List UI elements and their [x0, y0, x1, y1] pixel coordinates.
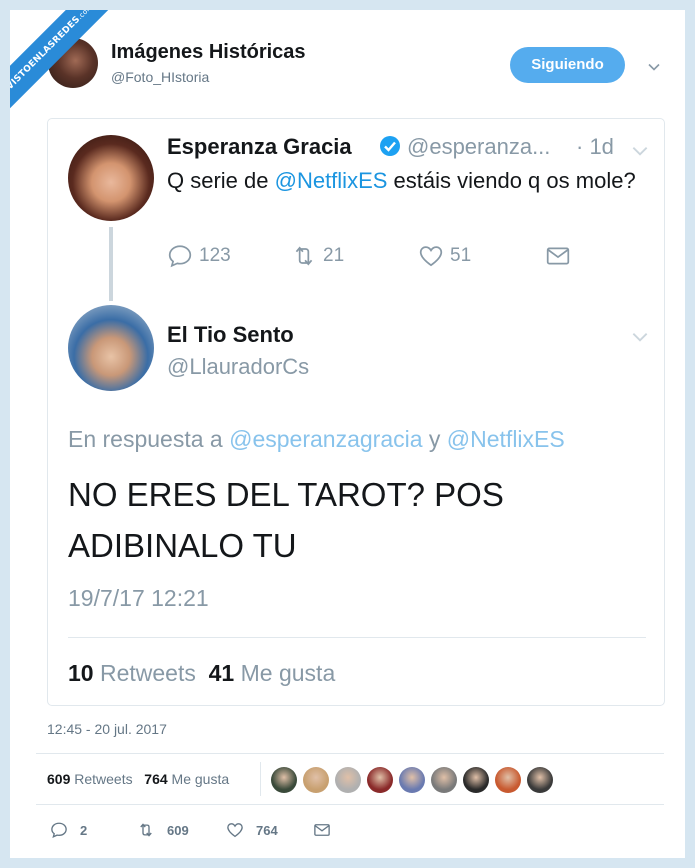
likes-count[interactable]: 764: [144, 771, 167, 787]
liker-avatar[interactable]: [431, 767, 457, 793]
reply-author-handle[interactable]: @LlauradorCs: [167, 354, 309, 380]
liker-avatar[interactable]: [271, 767, 297, 793]
like-count: 51: [450, 245, 472, 266]
reply-to-and: y: [422, 426, 447, 452]
netflix-mention-link[interactable]: @NetflixES: [275, 168, 388, 193]
netflixes-mention-link[interactable]: @NetflixES: [447, 426, 565, 452]
heart-icon: [227, 823, 243, 838]
like-action[interactable]: 764: [226, 821, 278, 839]
reply-icon: [51, 822, 67, 838]
thread-connector-line: [109, 227, 113, 301]
retweet-count: 609: [167, 822, 189, 838]
reply-action[interactable]: 2: [50, 821, 87, 839]
liker-avatar[interactable]: [463, 767, 489, 793]
liker-avatar[interactable]: [399, 767, 425, 793]
reply-count: 2: [80, 822, 88, 838]
divider: [260, 762, 261, 796]
liker-avatar[interactable]: [367, 767, 393, 793]
reply-retweets-count[interactable]: 10: [68, 660, 94, 686]
retweet-action[interactable]: 21: [291, 243, 344, 269]
quoted-text-suffix: estáis viendo q os mole?: [387, 168, 636, 193]
watermark-ribbon: VISTOENLASREDES.com: [10, 10, 120, 120]
quoted-tweet-time[interactable]: · 1d: [576, 134, 614, 160]
retweet-action[interactable]: 609: [137, 821, 189, 839]
reply-to-prefix: En respuesta a: [68, 426, 230, 452]
reply-likes-count[interactable]: 41: [209, 660, 235, 686]
envelope-icon: [314, 824, 330, 836]
retweets-label[interactable]: Retweets: [74, 771, 132, 787]
liker-avatar[interactable]: [335, 767, 361, 793]
direct-message-action[interactable]: [545, 243, 577, 269]
tweet-stats: 609 Retweets 764 Me gusta: [47, 771, 229, 787]
liker-avatar[interactable]: [303, 767, 329, 793]
reply-author-name[interactable]: El Tio Sento: [167, 322, 294, 348]
tweet-menu-chevron-icon[interactable]: [648, 60, 660, 72]
divider: [68, 637, 646, 638]
quoted-tweet-text: Q serie de @NetflixES estáis viendo q os…: [167, 165, 647, 196]
verified-badge-icon: [379, 135, 401, 157]
envelope-icon: [546, 247, 570, 265]
retweet-icon: [140, 823, 152, 837]
esperanzagracia-mention-link[interactable]: @esperanzagracia: [229, 426, 422, 452]
reply-likes-label[interactable]: Me gusta: [241, 660, 336, 686]
embedded-tweet-thread[interactable]: Esperanza Gracia @esperanza... · 1d Q se…: [47, 118, 665, 706]
reply-count: 123: [199, 245, 231, 266]
watermark-text: VISTOENLASREDES: [10, 14, 83, 93]
liker-avatar[interactable]: [527, 767, 553, 793]
reply-retweets-label[interactable]: Retweets: [100, 660, 196, 686]
author-handle[interactable]: @Foto_HIstoria: [111, 69, 209, 85]
author-name[interactable]: Imágenes Históricas: [111, 41, 306, 64]
following-button[interactable]: Siguiendo: [510, 47, 625, 83]
quoted-tweet-actions: 123 21 51: [167, 243, 587, 271]
divider: [36, 753, 664, 754]
like-action[interactable]: 51: [418, 243, 471, 269]
quoted-author-handle[interactable]: @esperanza...: [407, 134, 550, 160]
reply-icon: [168, 245, 192, 268]
reply-action[interactable]: 123: [167, 243, 231, 269]
reply-text-line2: ADIBINALO TU: [68, 527, 297, 564]
retweet-icon: [295, 246, 313, 266]
heart-icon: [419, 246, 443, 267]
reply-text-line1: NO ERES DEL TAROT? POS: [68, 476, 504, 513]
tweet-timestamp[interactable]: 12:45 - 20 jul. 2017: [47, 721, 167, 737]
reply-stats: 10 Retweets 41 Me gusta: [68, 660, 335, 687]
tio-sento-avatar[interactable]: [68, 305, 154, 391]
like-count: 764: [256, 822, 278, 838]
likes-label[interactable]: Me gusta: [172, 771, 230, 787]
liker-avatar[interactable]: [495, 767, 521, 793]
reply-timestamp[interactable]: 19/7/17 12:21: [68, 585, 209, 612]
tweet-actions: 2 609 764: [50, 821, 350, 841]
reply-tweet-text: NO ERES DEL TAROT? POS ADIBINALO TU: [68, 469, 648, 571]
tweet-card: VISTOENLASREDES.com Imágenes Históricas …: [10, 10, 685, 858]
quoted-author-name[interactable]: Esperanza Gracia: [167, 134, 352, 160]
quoted-menu-chevron-icon[interactable]: [632, 143, 648, 159]
esperanza-avatar[interactable]: [68, 135, 154, 221]
retweet-count: 21: [323, 245, 345, 266]
in-reply-to-line: En respuesta a @esperanzagracia y @Netfl…: [68, 426, 565, 453]
retweets-count[interactable]: 609: [47, 771, 70, 787]
divider: [36, 804, 664, 805]
direct-message-action[interactable]: [313, 821, 343, 839]
quoted-text-prefix: Q serie de: [167, 168, 275, 193]
reply-menu-chevron-icon[interactable]: [632, 329, 648, 345]
